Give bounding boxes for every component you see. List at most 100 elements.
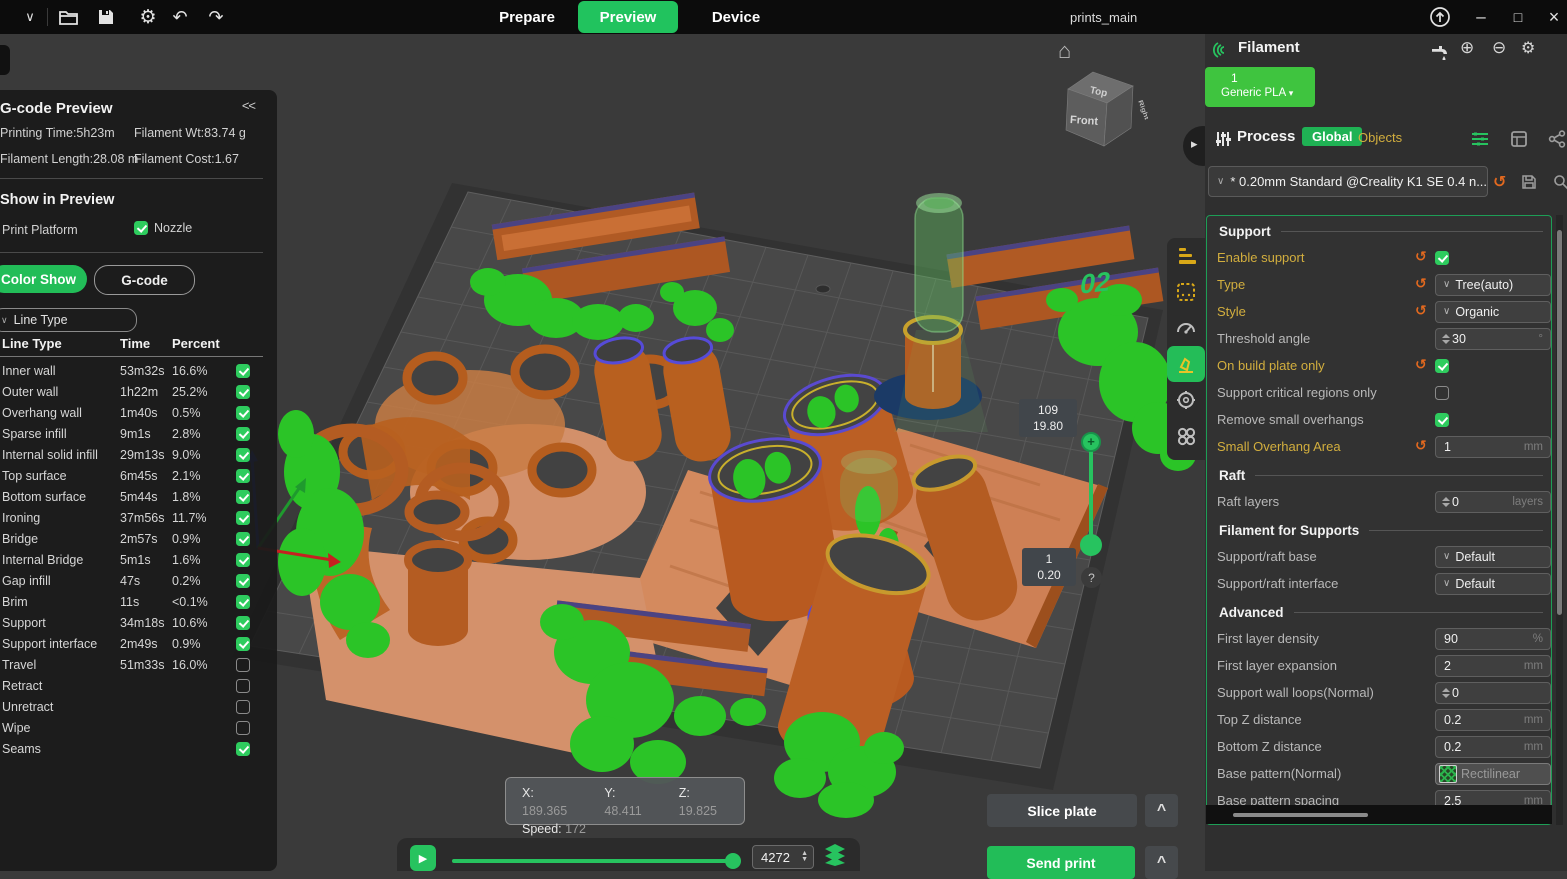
tab-cooling[interactable] (1167, 382, 1205, 418)
support-raft-interface-dropdown[interactable]: ∨Default (1435, 573, 1551, 595)
nozzle-checkbox[interactable] (134, 221, 148, 235)
layer-slider-top-handle[interactable]: + (1081, 432, 1101, 452)
reset-icon[interactable]: ↺ (1415, 437, 1433, 454)
row-checkbox[interactable] (236, 679, 250, 693)
row-checkbox[interactable] (236, 469, 250, 483)
layer-slider-track[interactable] (1089, 442, 1093, 545)
remove-filament-button[interactable]: ⊖ (1492, 38, 1506, 58)
layers-icon[interactable] (825, 844, 845, 866)
bottom-z-distance-input[interactable]: 0.2mm (1435, 736, 1551, 758)
style-dropdown[interactable]: ∨Organic (1435, 301, 1551, 323)
process-table-icon[interactable] (1510, 130, 1528, 148)
filament-slot-card[interactable]: 1 Generic PLA ▾ (1205, 67, 1315, 107)
tab-preview[interactable]: Preview (578, 1, 678, 33)
open-folder-icon[interactable] (58, 8, 80, 26)
vertical-scrollbar-thumb[interactable] (1557, 230, 1562, 615)
raft-layers-input[interactable]: 0layers (1435, 491, 1551, 513)
color-show-button[interactable]: Color Show (0, 265, 87, 293)
row-checkbox[interactable] (236, 553, 250, 567)
layer-progress-thumb[interactable] (725, 853, 741, 869)
row-checkbox[interactable] (236, 574, 250, 588)
close-button[interactable]: × (1541, 0, 1567, 34)
base-pattern-dropdown[interactable]: Rectilinear (1435, 763, 1551, 785)
help-button[interactable]: ? (1081, 567, 1102, 588)
send-print-button[interactable]: Send print (987, 846, 1135, 879)
profile-reset-icon[interactable]: ↺ (1493, 172, 1506, 192)
play-button[interactable]: ▶ (410, 845, 436, 871)
row-checkbox[interactable] (236, 721, 250, 735)
row-checkbox[interactable] (236, 448, 250, 462)
process-scope-objects[interactable]: Objects (1358, 130, 1402, 145)
undo-icon[interactable]: ↶ (168, 0, 192, 34)
send-options-button[interactable]: ^ (1145, 846, 1178, 879)
collapse-panel-button[interactable]: << (242, 98, 255, 113)
row-checkbox[interactable] (236, 742, 250, 756)
vertical-scrollbar[interactable] (1556, 215, 1563, 825)
cloud-upload-icon[interactable] (1429, 6, 1451, 28)
line-type-collapse[interactable]: ∨ Line Type (0, 308, 137, 332)
profile-search-icon[interactable] (1553, 174, 1567, 190)
slice-options-button[interactable]: ^ (1145, 794, 1178, 827)
save-icon[interactable] (97, 8, 115, 26)
tab-others[interactable] (1167, 418, 1205, 454)
reset-icon[interactable]: ↺ (1415, 248, 1433, 265)
support-critical-checkbox[interactable] (1435, 386, 1449, 400)
gcode-view-button[interactable]: G-code (94, 265, 195, 295)
row-checkbox[interactable] (236, 364, 250, 378)
chevron-down-icon[interactable]: ∨ (18, 0, 42, 34)
row-checkbox[interactable] (236, 700, 250, 714)
process-params-icon[interactable] (1470, 130, 1490, 148)
reset-icon[interactable]: ↺ (1415, 356, 1433, 373)
row-checkbox[interactable] (236, 637, 250, 651)
view-cube[interactable]: Top Front Right (1058, 64, 1148, 154)
minimize-button[interactable]: – (1468, 0, 1494, 34)
support-raft-base-dropdown[interactable]: ∨Default (1435, 546, 1551, 568)
tab-quality[interactable] (1167, 238, 1205, 274)
filament-flush-icon[interactable] (1428, 40, 1448, 60)
first-layer-density-input[interactable]: 90% (1435, 628, 1551, 650)
support-wall-loops-input[interactable]: 0 (1435, 682, 1551, 704)
redo-icon[interactable]: ↷ (204, 0, 228, 34)
top-z-distance-input[interactable]: 0.2mm (1435, 709, 1551, 731)
home-view-button[interactable]: ⌂ (1058, 38, 1071, 64)
profile-selector[interactable]: ∨ * 0.20mm Standard @Creality K1 SE 0.4 … (1208, 166, 1488, 197)
row-checkbox[interactable] (236, 427, 250, 441)
row-checkbox[interactable] (236, 658, 250, 672)
small-overhang-area-input[interactable]: 1mm (1435, 436, 1551, 458)
reset-icon[interactable]: ↺ (1415, 302, 1433, 319)
row-checkbox[interactable] (236, 385, 250, 399)
layer-slider-bottom-handle[interactable] (1080, 534, 1102, 556)
horizontal-scrollbar[interactable] (1206, 805, 1552, 824)
type-dropdown[interactable]: ∨Tree(auto) (1435, 274, 1551, 296)
add-filament-button[interactable]: ⊕ (1460, 38, 1474, 58)
enable-support-checkbox[interactable] (1435, 251, 1449, 265)
row-checkbox[interactable] (236, 616, 250, 630)
tab-support[interactable] (1167, 346, 1205, 382)
tab-speed[interactable] (1167, 310, 1205, 346)
process-scope-global[interactable]: Global (1302, 127, 1362, 146)
tab-strength[interactable] (1167, 274, 1205, 310)
slice-plate-button[interactable]: Slice plate (987, 794, 1137, 827)
profile-save-icon[interactable] (1521, 174, 1537, 190)
row-checkbox[interactable] (236, 406, 250, 420)
maximize-button[interactable]: □ (1505, 0, 1531, 34)
horizontal-scrollbar-thumb[interactable] (1233, 813, 1368, 817)
layer-number-input[interactable]: 4272 ▲ ▼ (752, 845, 814, 869)
row-checkbox[interactable] (236, 511, 250, 525)
tab-prepare[interactable]: Prepare (490, 0, 564, 34)
layer-spin-down-icon[interactable]: ▼ (801, 857, 808, 863)
reset-icon[interactable]: ↺ (1415, 275, 1433, 292)
left-edge-tab[interactable] (0, 45, 10, 75)
row-checkbox[interactable] (236, 532, 250, 546)
remove-small-overhangs-checkbox[interactable] (1435, 413, 1449, 427)
row-checkbox[interactable] (236, 595, 250, 609)
tab-device[interactable]: Device (700, 0, 772, 34)
process-compare-icon[interactable] (1548, 130, 1566, 148)
filament-settings-gear-icon[interactable]: ⚙ (1521, 38, 1535, 58)
threshold-angle-input[interactable]: 30° (1435, 328, 1551, 350)
row-checkbox[interactable] (236, 490, 250, 504)
on-build-plate-checkbox[interactable] (1435, 359, 1449, 373)
layer-progress-slider[interactable] (452, 859, 737, 863)
gear-icon[interactable]: ⚙ (136, 0, 160, 34)
first-layer-expansion-input[interactable]: 2mm (1435, 655, 1551, 677)
